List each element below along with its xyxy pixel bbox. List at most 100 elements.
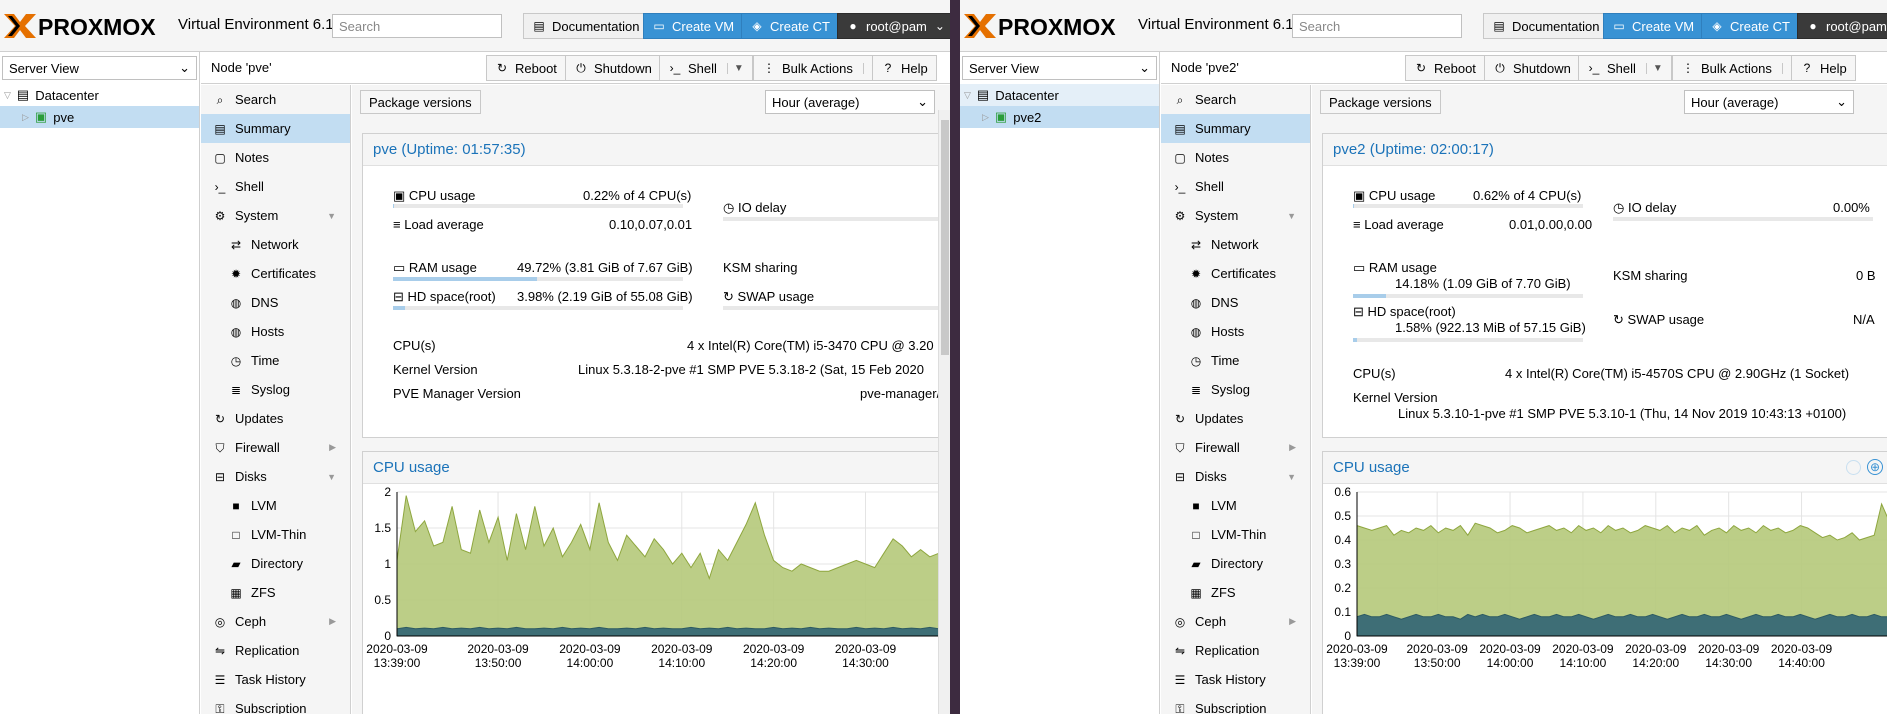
timeframe-select[interactable]: Hour (average) ⌄ (1684, 90, 1854, 114)
menu-item-zfs[interactable]: ▦ ZFS (201, 578, 350, 607)
menu-item-dns[interactable]: ◍ DNS (1161, 288, 1310, 317)
search-input[interactable]: Search (1292, 14, 1462, 38)
menu-item-disks[interactable]: ⊟ Disks ▼ (1161, 462, 1310, 491)
chevron-right-icon[interactable]: ▶ (329, 442, 336, 453)
menu-item-directory[interactable]: ▰ Directory (1161, 549, 1310, 578)
menu-item-zfs[interactable]: ▦ ZFS (1161, 578, 1310, 607)
create-vm-button[interactable]: ▭ Create VM (1603, 13, 1704, 39)
menu-item-hosts[interactable]: ◍ Hosts (201, 317, 350, 346)
menu-item-label: Search (1195, 92, 1237, 107)
shell-label: Shell (1607, 60, 1636, 76)
menu-item-notes[interactable]: ▢ Notes (1161, 143, 1310, 172)
menu-item-lvm-thin[interactable]: □ LVM-Thin (201, 520, 350, 549)
menu-item-system[interactable]: ⚙ System ▼ (1161, 201, 1310, 230)
zoom-reset-icon[interactable] (1846, 460, 1861, 475)
menu-item-task-history[interactable]: ☰ Task History (201, 665, 350, 694)
menu-item-disks[interactable]: ⊟ Disks ▼ (201, 462, 350, 491)
menu-item-replication[interactable]: ⇋ Replication (1161, 636, 1310, 665)
chevron-right-icon[interactable]: ▶ (1289, 616, 1296, 627)
reboot-button[interactable]: ↻ Reboot (1405, 55, 1485, 81)
menu-item-replication[interactable]: ⇋ Replication (201, 636, 350, 665)
menu-item-lvm[interactable]: ■ LVM (1161, 491, 1310, 520)
tree-item-node[interactable]: ▷ ▣ pve (0, 106, 199, 128)
menu-item-network[interactable]: ⇄ Network (201, 230, 350, 259)
tree-item-datacenter[interactable]: ▽ ▤ Datacenter (0, 84, 199, 106)
user-menu-button[interactable]: ● root@pam (1797, 13, 1887, 39)
menu-item-shell[interactable]: ›_ Shell (1161, 172, 1310, 201)
bulk-actions-button[interactable]: ⋮Bulk Actions▼ (753, 55, 889, 81)
shell-button[interactable]: ›_ Shell ▼ (659, 55, 753, 81)
menu-item-updates[interactable]: ↻ Updates (1161, 404, 1310, 433)
help-button[interactable]: ? Help (872, 55, 937, 81)
menu-item-subscription[interactable]: ⚿ Subscription (201, 694, 350, 714)
menu-item-search[interactable]: ⌕ Search (1161, 85, 1310, 114)
view-selector[interactable]: Server View ⌄ (962, 56, 1157, 80)
menu-item-summary[interactable]: ▤ Summary (201, 114, 350, 143)
chevron-right-icon[interactable]: ▶ (329, 616, 336, 627)
menu-item-subscription[interactable]: ⚿ Subscription (1161, 694, 1310, 714)
shutdown-button[interactable]: ⏻ Shutdown (1484, 55, 1580, 81)
menu-item-ceph[interactable]: ◎ Ceph ▶ (1161, 607, 1310, 636)
shell-button[interactable]: ›_ Shell ▼ (1578, 55, 1672, 81)
disks-icon: ⊟ (214, 469, 226, 484)
chevron-down-icon[interactable]: ▼ (1287, 472, 1296, 482)
bulk-actions-button[interactable]: ⋮Bulk Actions▼ (1672, 55, 1808, 81)
tree-item-datacenter[interactable]: ▽ ▤ Datacenter (960, 84, 1159, 106)
load-average-value: 0.10,0.07,0.01 (609, 217, 693, 232)
menu-item-dns[interactable]: ◍ DNS (201, 288, 350, 317)
menu-item-search[interactable]: ⌕ Search (201, 85, 350, 114)
view-selector[interactable]: Server View ⌄ (2, 56, 197, 80)
timeframe-select[interactable]: Hour (average) ⌄ (765, 90, 935, 114)
package-versions-button[interactable]: Package versions (360, 90, 481, 114)
menu-item-network[interactable]: ⇄ Network (1161, 230, 1310, 259)
terminal-icon: ›_ (669, 61, 681, 75)
menu-item-updates[interactable]: ↻ Updates (201, 404, 350, 433)
expand-icon: ▷ (22, 111, 29, 122)
help-button[interactable]: ? Help (1791, 55, 1856, 81)
shutdown-button[interactable]: ⏻ Shutdown (565, 55, 661, 81)
user-menu-button[interactable]: ● root@pam ⌄ (837, 13, 950, 39)
menu-item-syslog[interactable]: ≣ Syslog (1161, 375, 1310, 404)
scrollbar-thumb[interactable] (941, 120, 949, 355)
menu-item-summary[interactable]: ▤ Summary (1161, 114, 1310, 143)
menu-item-firewall[interactable]: ⛉ Firewall ▶ (1161, 433, 1310, 462)
search-input[interactable]: Search (332, 14, 502, 38)
tree-item-node[interactable]: ▷ ▣ pve2 (960, 106, 1159, 128)
chevron-right-icon[interactable]: ▶ (1289, 442, 1296, 453)
create-vm-button[interactable]: ▭ Create VM (643, 13, 744, 39)
documentation-button[interactable]: ▤ Documentation (1483, 13, 1609, 39)
hdd-icon: ⊟ (393, 289, 404, 304)
menu-item-time[interactable]: ◷ Time (1161, 346, 1310, 375)
menu-item-shell[interactable]: ›_ Shell (201, 172, 350, 201)
vertical-scrollbar[interactable] (938, 110, 950, 714)
menu-item-firewall[interactable]: ⛉ Firewall ▶ (201, 433, 350, 462)
menu-item-syslog[interactable]: ≣ Syslog (201, 375, 350, 404)
x-tick-label: 14:00:00 (1487, 656, 1534, 670)
documentation-button[interactable]: ▤ Documentation (523, 13, 649, 39)
status-title: pve (Uptime: 01:57:35) (363, 134, 941, 166)
menu-item-ceph[interactable]: ◎ Ceph ▶ (201, 607, 350, 636)
reboot-button[interactable]: ↻ Reboot (486, 55, 566, 81)
menu-item-lvm[interactable]: ■ LVM (201, 491, 350, 520)
hd-space-label: ⊟ HD space(root) (1353, 304, 1456, 319)
menu-item-task-history[interactable]: ☰ Task History (1161, 665, 1310, 694)
chevron-down-icon[interactable]: ▼ (327, 472, 336, 482)
menu-item-lvm-thin[interactable]: □ LVM-Thin (1161, 520, 1310, 549)
user-label: root@pam (1826, 18, 1887, 34)
search-icon: ⌕ (1176, 92, 1184, 107)
menu-item-time[interactable]: ◷ Time (201, 346, 350, 375)
menu-item-certificates[interactable]: ✹ Certificates (1161, 259, 1310, 288)
create-ct-button[interactable]: ◈ Create CT (1701, 13, 1799, 39)
chevron-down-icon[interactable]: ▼ (327, 211, 336, 221)
menu-item-certificates[interactable]: ✹ Certificates (201, 259, 350, 288)
menu-item-directory[interactable]: ▰ Directory (201, 549, 350, 578)
view-selector-value: Server View (9, 60, 79, 76)
menu-item-notes[interactable]: ▢ Notes (201, 143, 350, 172)
menu-item-hosts[interactable]: ◍ Hosts (1161, 317, 1310, 346)
cpu-usage-label: ▣ CPU usage (1353, 188, 1436, 203)
menu-item-system[interactable]: ⚙ System ▼ (201, 201, 350, 230)
chevron-down-icon[interactable]: ▼ (1287, 211, 1296, 221)
package-versions-button[interactable]: Package versions (1320, 90, 1441, 114)
zoom-icon[interactable]: ⊕ (1867, 459, 1883, 475)
create-ct-button[interactable]: ◈ Create CT (741, 13, 839, 39)
